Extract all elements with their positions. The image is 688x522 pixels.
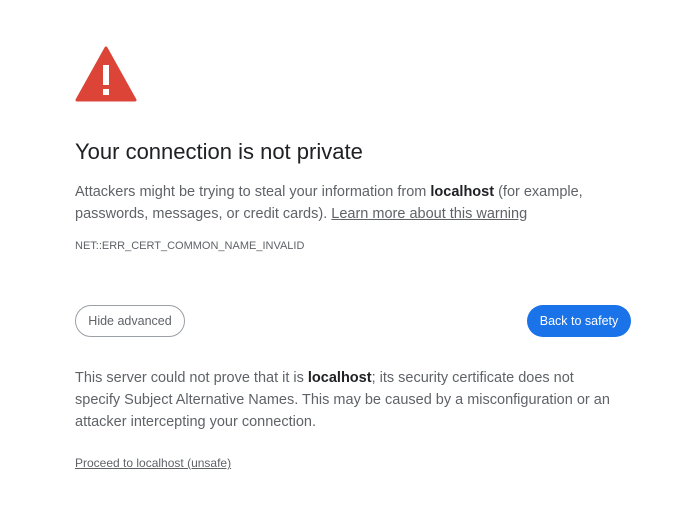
details-message: This server could not prove that it is l… bbox=[75, 367, 615, 433]
main-message: Attackers might be trying to steal your … bbox=[75, 181, 595, 225]
interstitial-page: Your connection is not private Attackers… bbox=[0, 0, 688, 522]
learn-more-link[interactable]: Learn more about this warning bbox=[331, 206, 527, 222]
proceed-unsafe-link[interactable]: Proceed to localhost (unsafe) bbox=[75, 456, 231, 470]
hide-advanced-button[interactable]: Hide advanced bbox=[75, 305, 185, 337]
main-message-text: Attackers might be trying to steal your … bbox=[75, 184, 431, 200]
details-text: This server could not prove that it is bbox=[75, 370, 308, 386]
host-name: localhost bbox=[430, 184, 495, 200]
details-host-name: localhost bbox=[307, 370, 372, 386]
back-to-safety-button[interactable]: Back to safety bbox=[527, 305, 631, 337]
page-title: Your connection is not private bbox=[75, 139, 363, 164]
warning-triangle-icon bbox=[75, 46, 137, 102]
error-code: NET::ERR_CERT_COMMON_NAME_INVALID bbox=[75, 240, 305, 252]
